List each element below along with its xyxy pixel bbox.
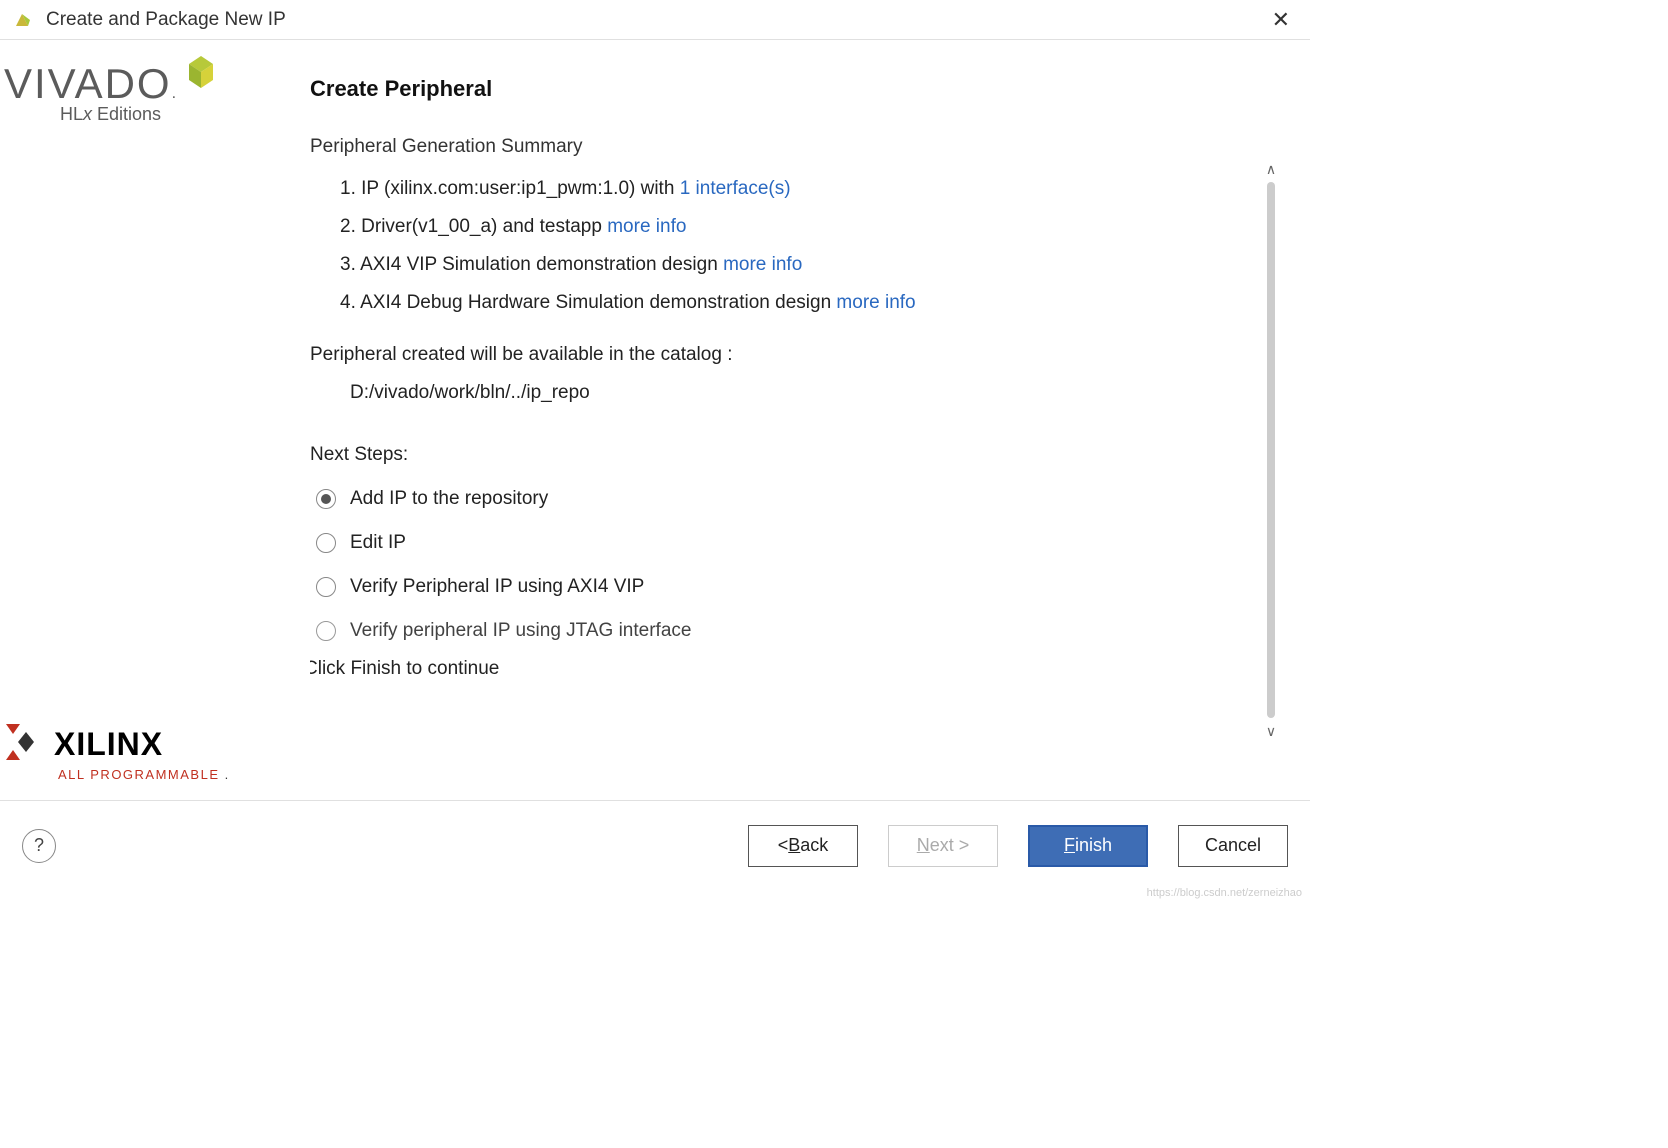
- app-icon: [12, 10, 32, 30]
- radio-verify-axi4[interactable]: Verify Peripheral IP using AXI4 VIP: [316, 576, 1290, 598]
- help-button[interactable]: ?: [22, 829, 56, 863]
- body-area: VIVADO. HLx Editions: [0, 40, 1310, 800]
- radio-label: Add IP to the repository: [350, 488, 548, 510]
- more-info-link[interactable]: more info: [607, 216, 686, 237]
- catalog-path: D:/vivado/work/bln/../ip_repo: [350, 382, 1290, 404]
- interface-link[interactable]: 1 interface(s): [680, 178, 791, 199]
- radio-icon[interactable]: [316, 621, 336, 641]
- radio-label: Verify peripheral IP using JTAG interfac…: [350, 620, 691, 642]
- summary-item: 4. AXI4 Debug Hardware Simulation demons…: [340, 292, 1290, 314]
- vertical-scrollbar[interactable]: ∧ ∨: [1262, 160, 1280, 740]
- catalog-label: Peripheral created will be available in …: [310, 344, 1290, 366]
- radio-icon[interactable]: [316, 577, 336, 597]
- radio-icon[interactable]: [316, 489, 336, 509]
- vivado-logo: VIVADO. HLx Editions: [0, 60, 250, 125]
- radio-add-ip[interactable]: Add IP to the repository: [316, 488, 1290, 510]
- radio-edit-ip[interactable]: Edit IP: [316, 532, 1290, 554]
- titlebar: Create and Package New IP ✕: [0, 0, 1310, 40]
- more-info-link[interactable]: more info: [723, 254, 802, 275]
- next-steps-heading: Next Steps:: [310, 444, 1290, 466]
- summary-item: 3. AXI4 VIP Simulation demonstration des…: [340, 254, 1290, 276]
- footer: ? < Back Next > Finish Cancel: [0, 800, 1310, 890]
- scroll-track[interactable]: [1267, 182, 1275, 718]
- back-button[interactable]: < Back: [748, 825, 858, 867]
- next-button: Next >: [888, 825, 998, 867]
- page-title: Create Peripheral: [310, 76, 1290, 102]
- radio-icon[interactable]: [316, 533, 336, 553]
- summary-item: 2. Driver(v1_00_a) and testapp more info: [340, 216, 1290, 238]
- watermark: https://blog.csdn.net/zerneizhao: [1147, 887, 1302, 899]
- main-content: Create Peripheral Peripheral Generation …: [250, 40, 1310, 800]
- vivado-wordmark: VIVADO: [4, 60, 172, 108]
- xilinx-mark-icon: [6, 724, 44, 765]
- next-steps-radios: Add IP to the repository Edit IP Verify …: [316, 488, 1290, 642]
- summary-item: 1. IP (xilinx.com:user:ip1_pwm:1.0) with…: [340, 178, 1290, 200]
- scroll-content: Peripheral Generation Summary 1. IP (xil…: [310, 136, 1290, 716]
- radio-label: Verify Peripheral IP using AXI4 VIP: [350, 576, 644, 598]
- finish-note: Click Finish to continue: [310, 658, 1290, 680]
- radio-label: Edit IP: [350, 532, 406, 554]
- window-title: Create and Package New IP: [46, 9, 286, 31]
- vivado-leaf-icon: [179, 54, 223, 103]
- radio-verify-jtag[interactable]: Verify peripheral IP using JTAG interfac…: [316, 620, 1290, 642]
- more-info-link[interactable]: more info: [836, 292, 915, 313]
- xilinx-logo: XILINX ALL PROGRAMMABLE .: [0, 724, 250, 788]
- cancel-button[interactable]: Cancel: [1178, 825, 1288, 867]
- scroll-down-icon[interactable]: ∨: [1264, 722, 1278, 740]
- close-icon[interactable]: ✕: [1264, 3, 1298, 37]
- finish-button[interactable]: Finish: [1028, 825, 1148, 867]
- xilinx-tagline: ALL PROGRAMMABLE .: [6, 767, 250, 782]
- sidebar: VIVADO. HLx Editions: [0, 40, 250, 800]
- summary-heading: Peripheral Generation Summary: [310, 136, 1290, 158]
- summary-list: 1. IP (xilinx.com:user:ip1_pwm:1.0) with…: [340, 178, 1290, 314]
- xilinx-wordmark: XILINX: [54, 726, 163, 763]
- scroll-up-icon[interactable]: ∧: [1264, 160, 1278, 178]
